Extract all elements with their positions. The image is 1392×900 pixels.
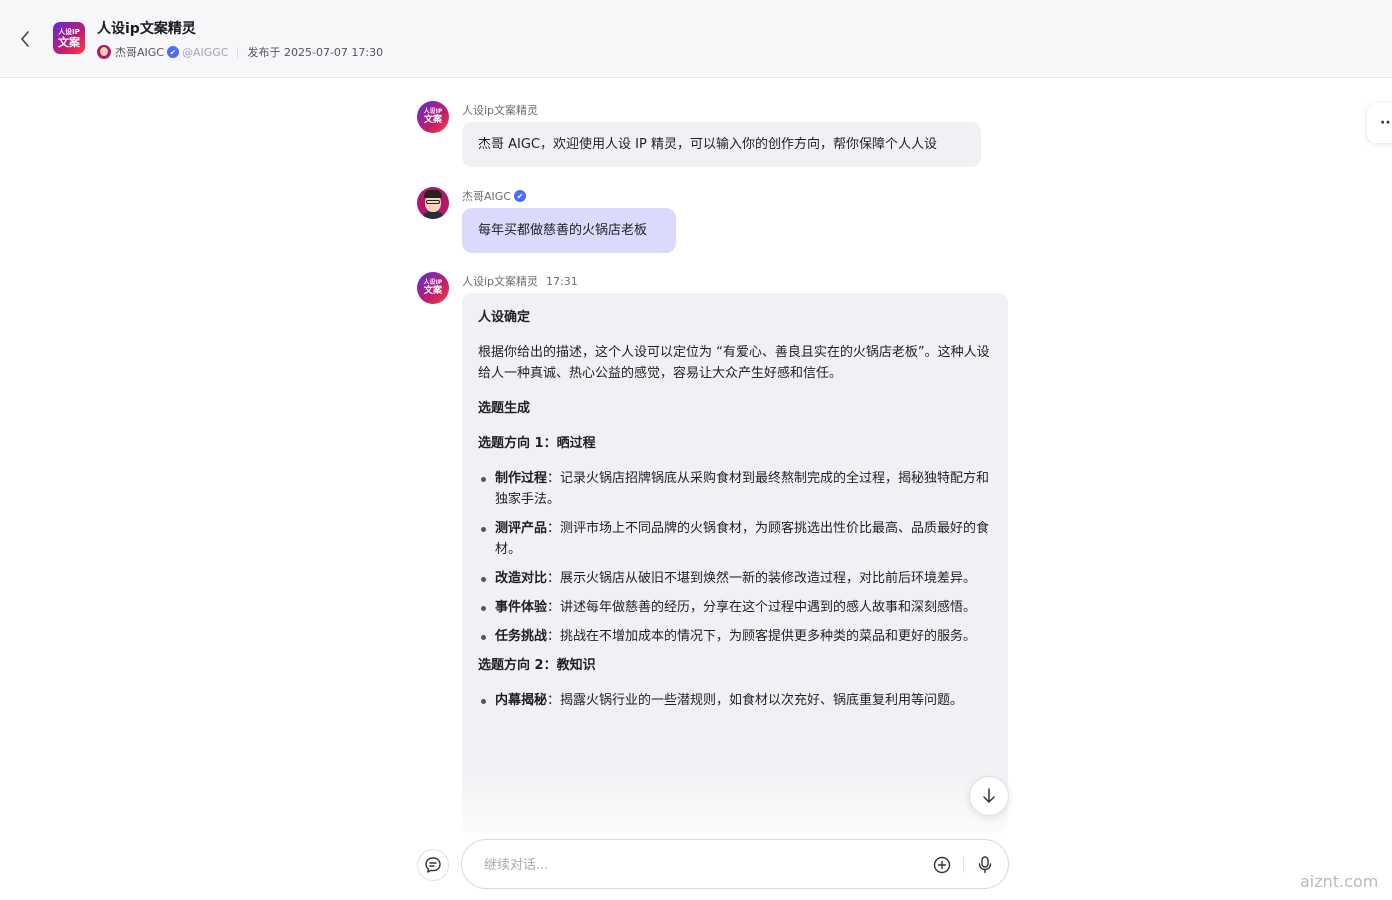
- publish-date: 发布于 2025-07-07 17:30: [247, 46, 384, 59]
- section-heading: 人设确定: [478, 310, 531, 325]
- avatar-text-bottom: 文案: [423, 286, 442, 296]
- item-desc: ：记录火锅店招牌锅底从采购食材到最终熬制完成的全过程，揭秘独特配方和独家手法。: [495, 471, 990, 507]
- item-term: 测评产品: [495, 521, 548, 536]
- message-sender: 人设ip文案精灵 17:31: [462, 273, 578, 289]
- topic-list: 制作过程：记录火锅店招牌锅底从采购食材到最终熬制完成的全过程，揭秘独特配方和独家…: [478, 460, 992, 647]
- list-item: 内幕揭秘：揭露火锅行业的一些潜规则，如食材以次充好、锅底重复利用等问题。: [478, 690, 992, 711]
- bot-avatar: 人设IP 文案: [417, 272, 449, 304]
- section-heading: 选题方向 2：教知识: [478, 658, 596, 673]
- list-item: 事件体验：讲述每年做慈善的经历，分享在这个过程中遇到的感人故事和深刻感悟。: [478, 597, 992, 618]
- section-heading: 选题生成: [478, 401, 531, 416]
- item-desc: ：讲述每年做慈善的经历，分享在这个过程中遇到的感人故事和深刻感悟。: [547, 600, 977, 615]
- plus-circle-icon: [933, 856, 951, 874]
- sender-name: 人设ip文案精灵: [462, 275, 539, 288]
- scroll-to-bottom-button[interactable]: [969, 776, 1009, 816]
- app-title: 人设ip文案精灵: [97, 21, 196, 37]
- more-dots-icon: ··: [1380, 115, 1391, 131]
- author-avatar[interactable]: [97, 45, 111, 59]
- watermark: aiznt.com: [1300, 872, 1379, 891]
- item-term: 内幕揭秘: [495, 693, 548, 708]
- more-options-button[interactable]: ··: [1367, 103, 1392, 143]
- author-name[interactable]: 杰哥AIGC: [115, 44, 164, 60]
- message-time: 17:31: [546, 274, 578, 288]
- avatar-body: [421, 211, 445, 219]
- list-item: 制作过程：记录火锅店招牌锅底从采购食材到最终熬制完成的全过程，揭秘独特配方和独家…: [478, 468, 992, 510]
- sender-name: 杰哥AIGC: [462, 190, 511, 203]
- logo-text-bottom: 文案: [58, 35, 80, 49]
- list-item: 改造对比：展示火锅店从破旧不堪到焕然一新的装修改造过程，对比前后环境差异。: [478, 568, 992, 589]
- message-sender: 人设ip文案精灵: [462, 102, 538, 118]
- chevron-left-icon: [21, 31, 29, 47]
- divider: [237, 46, 239, 58]
- chat-header: 人设IP 文案 人设ip文案精灵 杰哥AIGC ✔ @AIGGC 发布于 202…: [0, 0, 1392, 78]
- avatar-glasses: [426, 200, 440, 204]
- app-meta: 杰哥AIGC ✔ @AIGGC 发布于 2025-07-07 17:30: [97, 44, 383, 60]
- logo-text-top: 人设IP: [58, 27, 80, 36]
- divider: [963, 857, 964, 873]
- item-term: 制作过程: [495, 471, 548, 486]
- verified-icon: ✔: [513, 190, 526, 202]
- new-chat-icon: [425, 857, 441, 873]
- paragraph: 根据你给出的描述，这个人设可以定位为 “有爱心、善良且实在的火锅店老板”。这种人…: [478, 345, 990, 381]
- list-item: 任务挑战：挑战在不增加成本的情况下，为顾客提供更多种类的菜品和更好的服务。: [478, 626, 992, 647]
- app-logo: 人设IP 文案: [53, 22, 85, 54]
- item-term: 改造对比: [495, 571, 548, 586]
- section-heading: 选题方向 1：晒过程: [478, 436, 596, 451]
- item-desc: ：挑战在不增加成本的情况下，为顾客提供更多种类的菜品和更好的服务。: [547, 629, 977, 644]
- item-desc: ：揭露火锅行业的一些潜规则，如食材以次充好、锅底重复利用等问题。: [547, 693, 964, 708]
- message-input[interactable]: [484, 853, 904, 877]
- verified-icon: ✔: [166, 46, 179, 58]
- message-input-box[interactable]: [461, 839, 1009, 889]
- back-button[interactable]: [14, 28, 36, 50]
- message-sender: 杰哥AIGC ✔: [462, 188, 529, 204]
- user-message-bubble: 每年买都做慈善的火锅店老板: [462, 208, 676, 253]
- avatar-text-bottom: 文案: [423, 115, 442, 125]
- bot-avatar: 人设IP 文案: [417, 101, 449, 133]
- sender-name: 人设ip文案精灵: [462, 104, 539, 117]
- new-chat-button[interactable]: [417, 849, 449, 881]
- topic-list: 内幕揭秘：揭露火锅行业的一些潜规则，如食材以次充好、锅底重复利用等问题。: [478, 682, 992, 711]
- microphone-icon: [978, 856, 992, 874]
- list-item: 测评产品：测评市场上不同品牌的火锅食材，为顾客挑选出性价比最高、品质最好的食材。: [478, 518, 992, 560]
- attach-button[interactable]: [932, 855, 952, 875]
- author-handle: @AIGGC: [181, 45, 229, 59]
- user-avatar: [417, 187, 449, 219]
- avatar-hair: [424, 190, 442, 198]
- bot-message-bubble: 杰哥 AIGC，欢迎使用人设 IP 精灵，可以输入你的创作方向，帮你保障个人人设: [462, 122, 981, 167]
- voice-input-button[interactable]: [975, 855, 995, 875]
- item-desc: ：展示火锅店从破旧不堪到焕然一新的装修改造过程，对比前后环境差异。: [547, 571, 977, 586]
- item-term: 事件体验: [495, 600, 548, 615]
- arrow-down-icon: [983, 788, 995, 803]
- bot-reply-bubble: 人设确定 根据你给出的描述，这个人设可以定位为 “有爱心、善良且实在的火锅店老板…: [462, 293, 1008, 833]
- item-term: 任务挑战: [495, 629, 548, 644]
- item-desc: ：测评市场上不同品牌的火锅食材，为顾客挑选出性价比最高、品质最好的食材。: [495, 521, 990, 557]
